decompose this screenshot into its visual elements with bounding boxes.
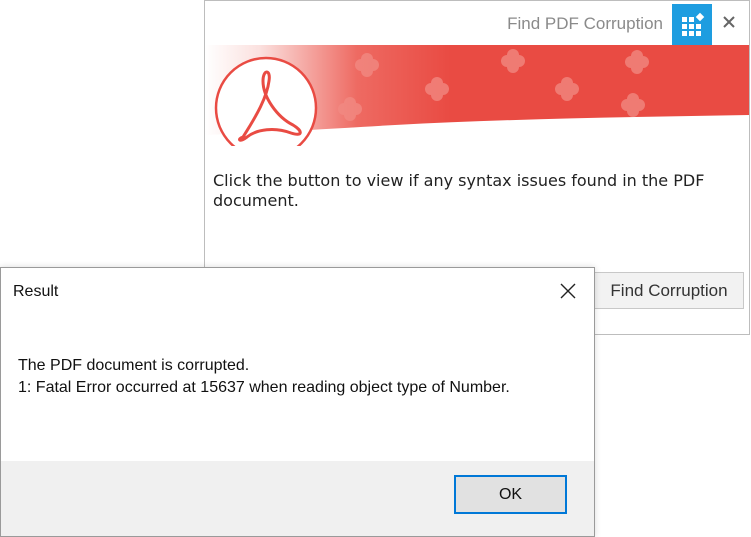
banner	[205, 45, 749, 160]
dialog-message-line1: The PDF document is corrupted.	[18, 357, 250, 374]
close-icon[interactable]	[559, 282, 577, 300]
result-dialog: Result The PDF document is corrupted. 1:…	[0, 267, 595, 537]
app-title: Find PDF Corruption	[507, 14, 663, 33]
dialog-message: The PDF document is corrupted. 1: Fatal …	[18, 355, 510, 399]
dialog-message-line2: 1: Fatal Error occurred at 15637 when re…	[18, 379, 510, 396]
ok-button[interactable]: OK	[454, 475, 567, 514]
close-icon[interactable]	[720, 13, 738, 31]
find-corruption-button[interactable]: Find Corruption	[594, 272, 744, 309]
pdf-logo-icon	[214, 56, 318, 160]
dialog-title: Result	[13, 283, 59, 300]
app-grid-icon[interactable]	[672, 4, 712, 47]
instructions-text: Click the button to view if any syntax i…	[213, 171, 705, 210]
